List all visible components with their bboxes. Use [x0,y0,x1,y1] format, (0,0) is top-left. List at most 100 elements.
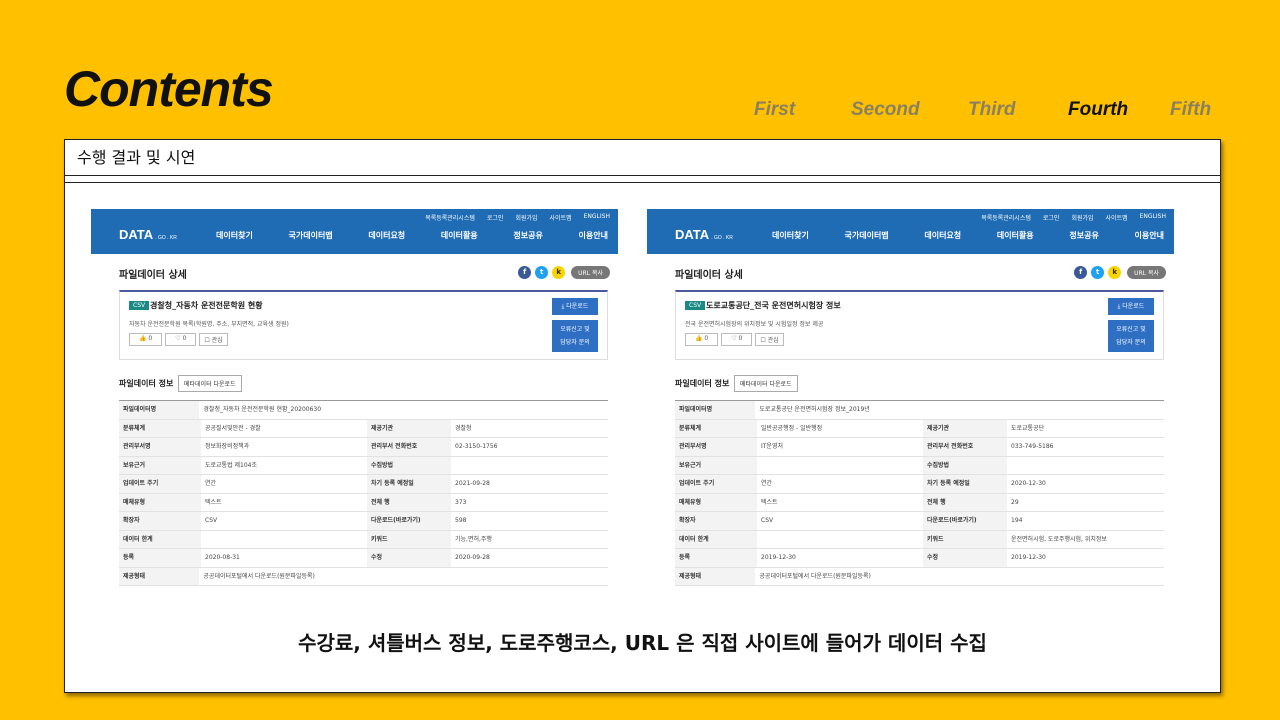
top-link[interactable]: 목록등록관리시스템 [425,213,475,222]
dislike-button[interactable]: ♡ 0 [721,333,753,346]
top-link[interactable]: ENGLISH [1140,213,1166,222]
vote-bar: 👍 0 ♡ 0 ☐ 관심 [129,333,228,346]
menu-item[interactable]: 데이터활용 [997,230,1034,241]
dislike-button[interactable]: ♡ 0 [165,333,197,346]
field-value: 도로교통법 제104조 [205,461,257,469]
field-value: 도로교통공단 운전면허시험장 정보_2019년 [759,406,870,413]
nav-fifth[interactable]: Fifth [1170,99,1211,121]
table-row: 보유근거 도로교통법 제104조 수집방법 [119,456,608,475]
field-value: 194 [1011,517,1023,524]
table-row: 매체유형 텍스트 전체 행 373 [119,493,608,512]
nav-second[interactable]: Second [851,99,920,121]
table-row: 파일데이터명 경찰청_자동차 운전전문학원 현황_20200630 [119,401,608,420]
like-count: 0 [704,335,709,342]
detail-title: 파일데이터 상세 [675,270,743,281]
menu-item[interactable]: 이용안내 [1135,230,1164,241]
field-value: 도로교통공단 [1011,424,1045,432]
download-button[interactable]: ⤓ 다운로드 [552,298,598,315]
top-link[interactable]: 사이트맵 [550,213,572,222]
field-value: 373 [455,498,467,506]
menu-item[interactable]: 정보공유 [1069,230,1098,241]
field-value: 일반공공행정 - 일반행정 [761,424,823,432]
table-row: 확장자 CSV 다운로드(바로가기) 194 [675,512,1164,531]
facebook-icon[interactable]: f [1074,266,1088,279]
info-heading: 파일데이터 정보 [675,379,730,388]
url-copy-button[interactable]: URL 복사 [1127,266,1166,279]
like-button[interactable]: 👍 0 [129,333,163,346]
nav-first[interactable]: First [754,99,795,121]
dataset-title: 경찰청_자동차 운전전문학원 현황 [150,301,263,310]
nav-fourth[interactable]: Fourth [1068,99,1128,121]
menu-item[interactable]: 정보공유 [513,230,542,241]
table-row: 제공형태 공공데이터포털에서 다운로드(원문파일등록) [119,567,608,586]
menu-item[interactable]: 국가데이터맵 [289,230,333,241]
twitter-icon[interactable]: t [1091,266,1105,279]
logo-text: DATA [675,227,710,242]
report-label: 담당자 문의 [1116,339,1146,346]
menu-item[interactable]: 데이터요청 [368,230,405,241]
field-label: 매체유형 [675,493,757,511]
format-badge: CSV [129,301,150,310]
dataset-card: CSV 도로교통공단_전국 운전면허시험장 정보 전국 운전면허시험장의 위치정… [675,290,1164,360]
kakao-icon[interactable]: k [552,266,566,279]
field-value: 2020-12-30 [1011,480,1046,487]
interest-button[interactable]: ☐ 관심 [199,333,228,346]
table-row: 제공형태 공공데이터포털에서 다운로드(원문파일등록) [675,567,1164,586]
table-row: 업데이트 주기 연간 차기 등록 예정일 2020-12-30 [675,475,1164,494]
top-link[interactable]: ENGLISH [584,213,610,222]
field-label: 제공기관 [923,419,1007,437]
kakao-icon[interactable]: k [1108,266,1122,279]
metadata-download-button[interactable]: 메타데이터 다운로드 [734,375,798,392]
table-row: 데이터 한계 키워드 기능,면허,주행 [119,530,608,549]
top-link[interactable]: 회원가입 [515,213,537,222]
top-link[interactable]: 로그인 [1043,213,1060,222]
twitter-icon[interactable]: t [535,266,549,279]
field-value: 2019-12-30 [761,554,796,561]
metadata-download-button[interactable]: 메타데이터 다운로드 [178,375,242,392]
site-header: 목록등록관리시스템 로그인 회원가입 사이트맵 ENGLISH DATA. GO… [647,209,1174,254]
report-button[interactable]: 오류신고 및 담당자 문의 [1108,320,1154,352]
field-label: 다운로드(바로가기) [923,512,1007,530]
report-label: 오류신고 및 [560,326,590,333]
field-label: 관리부서 전화번호 [367,438,451,456]
report-button[interactable]: 오류신고 및 담당자 문의 [552,320,598,352]
menu-item[interactable]: 국가데이터맵 [845,230,889,241]
field-label: 키워드 [367,530,451,548]
top-link[interactable]: 목록등록관리시스템 [981,213,1031,222]
site-logo[interactable]: DATA. GO . KR [119,227,177,242]
field-value: 연간 [205,480,217,487]
menu-item[interactable]: 데이터활용 [441,230,478,241]
share-bar: f t k URL 복사 [1074,266,1166,279]
site-logo[interactable]: DATA. GO . KR [675,227,733,242]
top-link[interactable]: 사이트맵 [1106,213,1128,222]
top-link[interactable]: 회원가입 [1071,213,1093,222]
site-menu: 데이터찾기 국가데이터맵 데이터요청 데이터활용 정보공유 이용안내 [216,230,608,241]
facebook-icon[interactable]: f [518,266,532,279]
menu-item[interactable]: 데이터요청 [924,230,961,241]
field-label: 다운로드(바로가기) [367,512,451,530]
field-label: 수집방법 [367,456,451,474]
table-row: 보유근거 수집방법 [675,456,1164,475]
top-link[interactable]: 로그인 [487,213,504,222]
field-label: 수집방법 [923,456,1007,474]
url-copy-button[interactable]: URL 복사 [571,266,610,279]
interest-label: 관심 [211,337,223,344]
menu-item[interactable]: 데이터찾기 [216,230,253,241]
nav-third[interactable]: Third [968,99,1016,121]
field-label: 업데이트 주기 [119,475,201,493]
menu-item[interactable]: 데이터찾기 [772,230,809,241]
field-label: 제공형태 [119,567,200,585]
table-row: 업데이트 주기 연간 차기 등록 예정일 2021-09-28 [119,475,608,494]
menu-item[interactable]: 이용안내 [579,230,608,241]
info-heading: 파일데이터 정보 [119,379,174,388]
field-value [1007,457,1164,475]
table-row: 등록 2020-08-31 수정 2020-09-28 [119,549,608,568]
field-value: 033-749-5186 [1011,443,1054,450]
like-button[interactable]: 👍 0 [685,333,719,346]
field-value: 기능,면허,주행 [455,535,492,543]
field-label: 확장자 [119,512,201,530]
field-label: 분류체계 [675,419,757,437]
interest-button[interactable]: ☐ 관심 [755,333,784,346]
download-button[interactable]: ⤓ 다운로드 [1108,298,1154,315]
field-label: 전체 행 [367,493,451,511]
